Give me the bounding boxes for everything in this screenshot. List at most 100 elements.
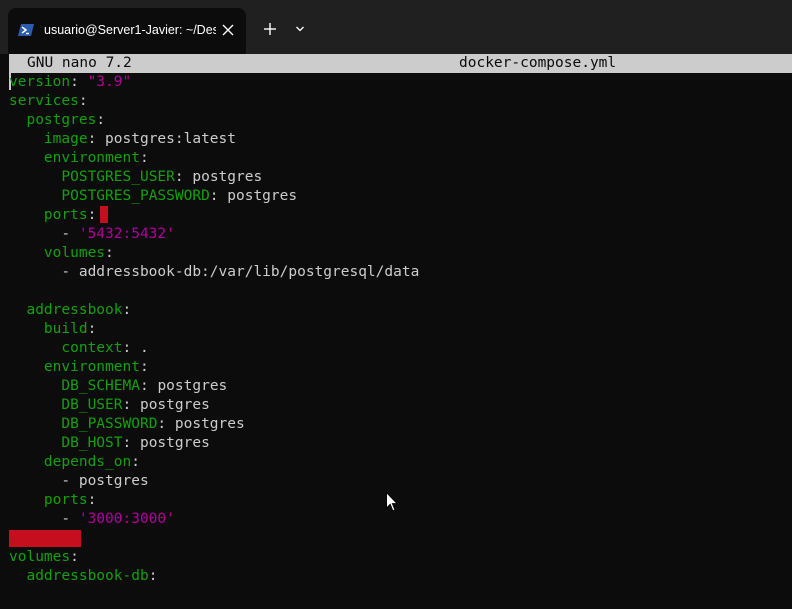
yaml-punct [9, 359, 44, 375]
code-line: - '5432:5432' [9, 225, 175, 244]
yaml-punct [9, 245, 44, 261]
mouse-pointer-icon [386, 492, 398, 512]
yaml-key: depends_on [43, 454, 132, 470]
close-icon[interactable] [219, 21, 237, 39]
tab-dropdown-button[interactable] [288, 17, 312, 41]
terminal-content[interactable]: GNU nano 7.2 docker-compose.yml version:… [0, 54, 792, 609]
code-line: - '3000:3000' [9, 510, 175, 529]
yaml-key: POSTGRES_USER [61, 169, 175, 185]
yaml-punct: : [122, 435, 140, 451]
yaml-value: postgres [192, 169, 263, 185]
yaml-punct: : [96, 112, 106, 128]
yaml-punct: - [9, 264, 79, 280]
yaml-key: environment [43, 150, 140, 166]
yaml-key: POSTGRES_PASSWORD [61, 188, 210, 204]
yaml-punct: : [87, 207, 97, 223]
yaml-punct: : [122, 302, 132, 318]
yaml-key: services [9, 93, 79, 109]
code-line: addressbook: [9, 301, 131, 320]
yaml-punct: : [87, 321, 97, 337]
yaml-key: DB_SCHEMA [61, 378, 140, 394]
code-line: postgres: [9, 111, 105, 130]
code-line: DB_USER: postgres [9, 396, 209, 415]
yaml-punct: : [122, 340, 140, 356]
tab-title: usuario@Server1-Javier: ~/Des [44, 23, 216, 37]
yaml-punct [9, 416, 61, 432]
yaml-punct [9, 188, 61, 204]
code-line: POSTGRES_PASSWORD: postgres [9, 187, 297, 206]
yaml-punct: : [87, 131, 106, 147]
code-line: ports: [9, 206, 96, 225]
yaml-key: environment [43, 359, 140, 375]
yaml-punct: : [122, 397, 140, 413]
yaml-key: image [43, 131, 88, 147]
trailing-whitespace-highlight [100, 206, 108, 223]
new-tab-button[interactable] [258, 17, 282, 41]
terminal-window: usuario@Server1-Javier: ~/Des GNU nano 7… [0, 0, 792, 609]
code-line: - postgres [9, 472, 149, 491]
code-line: version: "3.9" [9, 73, 131, 92]
terminal-tab[interactable]: usuario@Server1-Javier: ~/Des [8, 8, 246, 54]
yaml-key: DB_HOST [61, 435, 123, 451]
yaml-value: . [139, 340, 149, 356]
yaml-punct [9, 321, 44, 337]
yaml-string: '3000:3000' [78, 511, 175, 527]
yaml-key: build [43, 321, 88, 337]
code-line: environment: [9, 149, 149, 168]
yaml-key: ports [43, 207, 88, 223]
nano-title-bar: GNU nano 7.2 docker-compose.yml [9, 54, 792, 73]
yaml-key: version [9, 74, 71, 90]
yaml-punct: : [174, 169, 193, 185]
yaml-punct: : [139, 378, 158, 394]
yaml-punct [9, 302, 26, 318]
yaml-punct: : [131, 454, 140, 470]
powershell-icon [18, 22, 34, 38]
code-line: environment: [9, 358, 149, 377]
yaml-punct [9, 435, 61, 451]
tab-bar: usuario@Server1-Javier: ~/Des [0, 0, 792, 54]
code-line: - addressbook-db:/var/lib/postgresql/dat… [9, 263, 419, 282]
code-line: services: [9, 92, 88, 111]
code-line: volumes: [9, 548, 79, 567]
yaml-punct: : [139, 359, 149, 375]
yaml-punct [9, 378, 61, 394]
code-line: addressbook-db: [9, 567, 157, 586]
yaml-punct: : [87, 492, 97, 508]
yaml-key: DB_USER [61, 397, 123, 413]
code-line: context: . [9, 339, 149, 358]
code-line: DB_PASSWORD: postgres [9, 415, 245, 434]
yaml-string: "3.9" [87, 74, 132, 90]
yaml-key: ports [43, 492, 88, 508]
yaml-punct: : [157, 416, 175, 432]
yaml-value: postgres [174, 416, 245, 432]
yaml-punct: - [9, 226, 79, 242]
yaml-punct: : [70, 549, 79, 565]
yaml-value: postgres [227, 188, 298, 204]
nano-version: GNU nano 7.2 [27, 55, 132, 71]
yaml-punct [9, 340, 61, 356]
yaml-key: volumes [9, 549, 71, 565]
yaml-key: postgres [26, 112, 97, 128]
yaml-string: '5432:5432' [78, 226, 175, 242]
whitespace-highlight [9, 530, 81, 547]
plus-icon [264, 23, 276, 35]
code-line: DB_SCHEMA: postgres [9, 377, 227, 396]
yaml-punct [9, 169, 61, 185]
yaml-value: postgres [78, 473, 149, 489]
yaml-punct: - [9, 473, 79, 489]
yaml-key: volumes [43, 245, 106, 261]
yaml-punct [9, 492, 44, 508]
yaml-key: context [61, 340, 123, 356]
code-line: image: postgres:latest [9, 130, 236, 149]
yaml-punct [9, 397, 61, 413]
yaml-punct [9, 112, 26, 128]
yaml-key: addressbook-db [26, 568, 149, 584]
yaml-punct [9, 454, 44, 470]
yaml-punct [9, 568, 26, 584]
yaml-punct: : [139, 150, 149, 166]
yaml-key: addressbook [26, 302, 123, 318]
code-line: build: [9, 320, 96, 339]
chevron-down-icon [296, 26, 304, 32]
yaml-value: postgres [139, 435, 210, 451]
yaml-value: addressbook-db:/var/lib/postgresql/data [78, 264, 420, 280]
